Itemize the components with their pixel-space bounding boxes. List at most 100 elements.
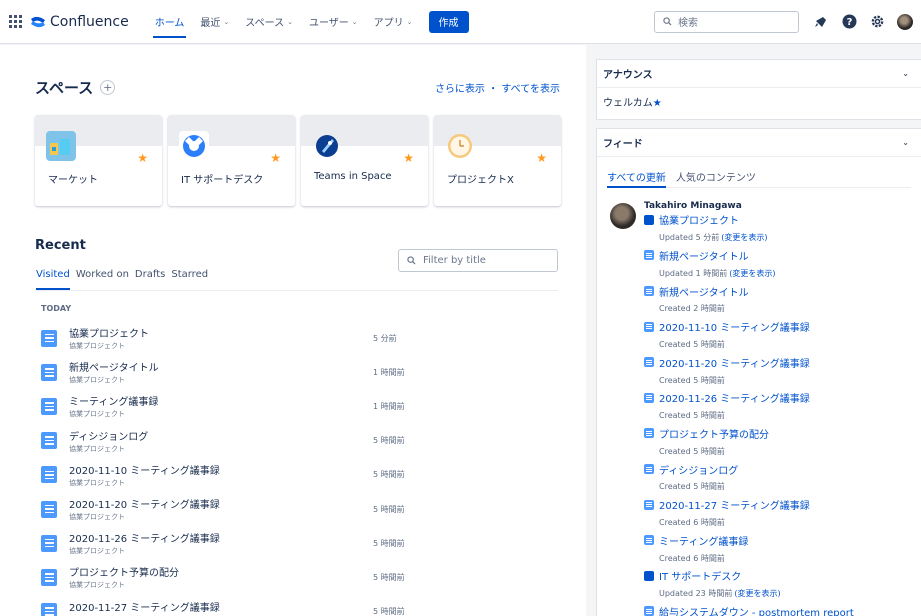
feed-tab-0[interactable]: すべての更新	[607, 169, 666, 188]
list-item-title[interactable]: 2020-11-20 ミーティング議事録	[69, 496, 220, 511]
recent-tab-2[interactable]: Drafts	[135, 269, 165, 285]
settings-button[interactable]	[869, 14, 885, 30]
feed-entry[interactable]: 2020-11-27 ミーティング議事録	[644, 496, 921, 514]
feed-entry[interactable]: 新規ページタイトル	[644, 247, 921, 265]
nav-item-1[interactable]: 最近 ⌄	[192, 0, 237, 44]
list-item-title[interactable]: 2020-11-10 ミーティング議事録	[69, 462, 220, 477]
list-item-text: 2020-11-27 ミーティング議事録協業プロジェクト	[69, 599, 220, 616]
recent-tab-3[interactable]: Starred	[171, 269, 208, 285]
search-input[interactable]: 検索	[654, 10, 799, 33]
feed-entry[interactable]: 2020-11-20 ミーティング議事録	[644, 353, 921, 371]
list-item-title[interactable]: ディシジョンログ	[69, 428, 148, 443]
list-item-title[interactable]: 2020-11-27 ミーティング議事録	[69, 599, 220, 614]
announcements-panel: アナウンス ⌄ ウェルカム★	[596, 59, 921, 120]
search-placeholder: 検索	[678, 18, 698, 29]
feed-entry[interactable]: ミーティング議事録	[644, 531, 921, 549]
list-item-title[interactable]: ミーティング議事録	[69, 393, 158, 408]
page-icon	[41, 363, 57, 381]
feed-entry-status: Updated 23 時間前	[659, 589, 733, 599]
space-card-name: IT サポートデスク	[181, 175, 264, 186]
avatar[interactable]	[610, 203, 636, 229]
plus-icon: +	[103, 81, 113, 94]
feed-entry-status: Created 6 時間前	[659, 553, 725, 563]
list-item-text: 2020-11-10 ミーティング議事録 協業プロジェクト	[69, 462, 220, 488]
recent-tab-0[interactable]: Visited	[36, 269, 70, 290]
list-item-time: 5 時間前	[373, 504, 405, 514]
list-item[interactable]: プロジェクト予算の配分 協業プロジェクト 5 時間前	[41, 560, 561, 594]
space-card-name: Teams in Space	[314, 171, 392, 182]
feed-entry[interactable]: 新規ページタイトル	[644, 282, 921, 300]
feed-entry-status: Created 5 時間前	[659, 339, 725, 349]
space-card[interactable]: ★ Teams in Space	[301, 115, 428, 206]
list-item-space: 協業プロジェクト	[69, 444, 125, 453]
nav-item-2[interactable]: スペース ⌄	[237, 0, 301, 44]
view-changes-link[interactable]: (変更を表示)	[729, 268, 775, 279]
nav-item-0[interactable]: ホーム	[147, 0, 193, 44]
feed-entry-title: 2020-11-27 ミーティング議事録	[659, 501, 810, 513]
nav-item-3[interactable]: ユーザー ⌄	[301, 0, 366, 44]
create-button[interactable]: 作成	[428, 10, 469, 33]
view-changes-link[interactable]: (変更を表示)	[721, 232, 767, 243]
space-card[interactable]: ★ プロジェクトX	[434, 115, 561, 206]
nav-item-4[interactable]: アプリ ⌄	[366, 0, 421, 44]
page-icon	[41, 397, 57, 415]
feed-entry-status: Created 5 時間前	[659, 482, 725, 492]
page-icon	[644, 357, 654, 368]
page-icon	[644, 286, 654, 297]
view-changes-link[interactable]: (変更を表示)	[734, 588, 780, 599]
feed-tab-1[interactable]: 人気のコンテンツ	[676, 169, 756, 185]
list-item[interactable]: 2020-11-10 ミーティング議事録 協業プロジェクト 5 時間前	[41, 458, 561, 492]
page-icon	[41, 568, 57, 586]
star-icon[interactable]: ★	[403, 151, 414, 165]
list-item-title[interactable]: 2020-11-26 ミーティング議事録	[69, 530, 220, 545]
grid-icon	[8, 15, 22, 28]
page-icon	[644, 321, 654, 332]
feed-entry[interactable]: IT サポートデスク	[644, 567, 921, 585]
feed-entry[interactable]: 給与システムダウン - postmortem report	[644, 603, 921, 616]
confluence-logo[interactable]: Confluence	[30, 14, 129, 30]
nav-item-label: 最近	[200, 18, 221, 29]
feed-entry[interactable]: 協業プロジェクト	[644, 211, 921, 229]
list-item[interactable]: 2020-11-26 ミーティング議事録 協業プロジェクト 5 時間前	[41, 526, 561, 560]
announcements-title: アナウンス	[603, 70, 653, 81]
list-item-title[interactable]: 協業プロジェクト	[69, 325, 149, 340]
feed-panel: フィード ⌄ すべての更新 人気のコンテンツ Takahiro Minagawa …	[596, 128, 921, 616]
spaces-more-links[interactable]: さらに表示 ・ すべてを表示	[435, 80, 560, 95]
feed-user-group: Takahiro Minagawa 協業プロジェクト Updated 5 分前 (変…	[597, 201, 921, 616]
list-item-title[interactable]: プロジェクト予算の配分	[69, 564, 179, 579]
recent-tab-1[interactable]: Worked on	[76, 269, 129, 285]
list-item[interactable]: ディシジョンログ 協業プロジェクト 5 時間前	[41, 424, 561, 458]
notifications-button[interactable]	[813, 14, 829, 30]
profile-avatar[interactable]	[897, 13, 913, 30]
list-item[interactable]: 協業プロジェクト 協業プロジェクト 5 分前	[41, 321, 561, 355]
feed-entry[interactable]: プロジェクト予算の配分	[644, 425, 921, 443]
feed-entry-title: ディシジョンログ	[659, 465, 739, 477]
star-icon[interactable]: ★	[536, 151, 547, 165]
announcements-header[interactable]: アナウンス ⌄	[597, 60, 921, 88]
feed-user-name[interactable]: Takahiro Minagawa	[644, 201, 921, 211]
space-card[interactable]: ★ マーケット	[35, 115, 162, 206]
add-space-button[interactable]: +	[100, 80, 116, 95]
space-card[interactable]: ★ IT サポートデスク	[168, 115, 295, 206]
feed-entry[interactable]: ディシジョンログ	[644, 460, 921, 478]
feed-entry[interactable]: 2020-11-10 ミーティング議事録	[644, 318, 921, 336]
feed-entry[interactable]: 2020-11-26 ミーティング議事録	[644, 389, 921, 407]
star-icon[interactable]: ★	[137, 151, 148, 165]
list-item[interactable]: 2020-11-27 ミーティング議事録協業プロジェクト 5 時間前	[41, 595, 561, 616]
space-card-name: プロジェクトX	[447, 175, 514, 186]
help-button[interactable]: ?	[841, 14, 857, 30]
feed-entry-title: 協業プロジェクト	[659, 216, 739, 228]
list-item-title[interactable]: 新規ページタイトル	[69, 359, 159, 374]
page-icon	[644, 499, 654, 510]
feed-entry-meta: Created 2 時間前	[644, 300, 921, 318]
section-label-today: TODAY	[41, 304, 72, 313]
feed-header[interactable]: フィード ⌄	[597, 129, 921, 157]
list-item[interactable]: ミーティング議事録 協業プロジェクト 1 時間前	[41, 389, 561, 423]
app-switcher-button[interactable]	[0, 0, 30, 44]
tabs-divider	[35, 290, 558, 291]
list-item[interactable]: 2020-11-20 ミーティング議事録 協業プロジェクト 5 時間前	[41, 492, 561, 526]
list-item[interactable]: 新規ページタイトル 協業プロジェクト 1 時間前	[41, 355, 561, 389]
filter-by-title-input[interactable]: Filter by title	[398, 249, 558, 272]
star-icon[interactable]: ★	[270, 151, 281, 165]
recent-heading: Recent	[35, 238, 86, 253]
